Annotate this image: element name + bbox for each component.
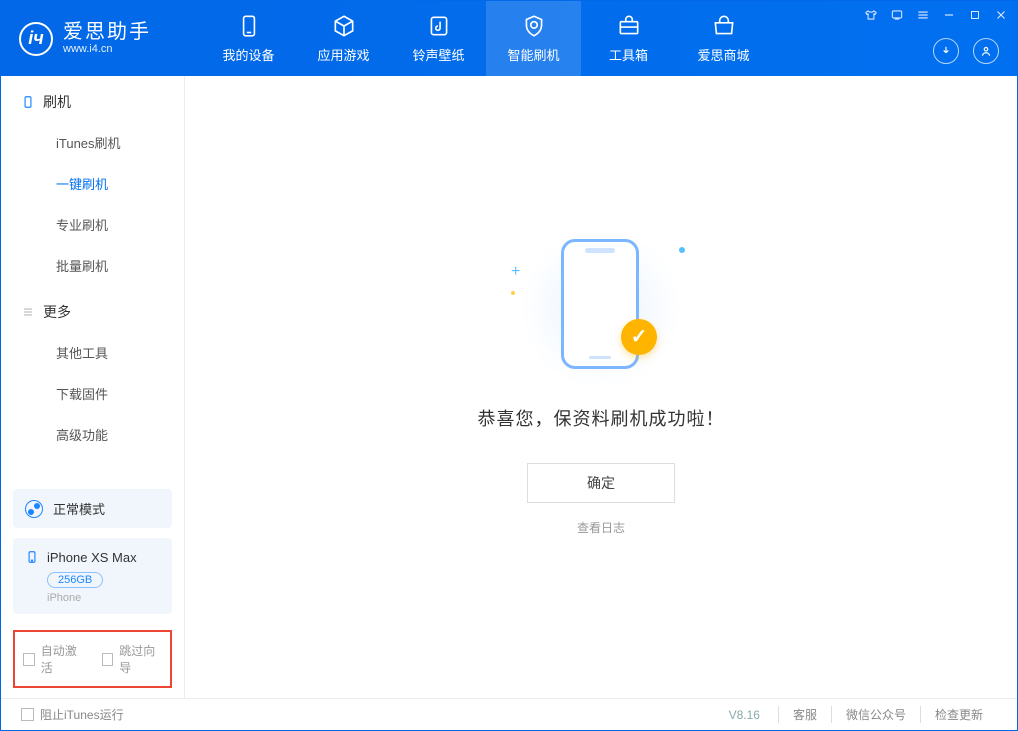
cube-icon xyxy=(331,13,357,39)
logo-area: iч 爱思助手 www.i4.cn xyxy=(1,21,201,55)
device-icon xyxy=(21,94,35,110)
checkbox-skip-guide[interactable]: 跳过向导 xyxy=(102,642,163,676)
checkbox-icon xyxy=(23,653,35,666)
check-badge-icon: ✓ xyxy=(621,319,657,355)
storage-badge: 256GB xyxy=(47,572,103,588)
bottom-options-highlight: 自动激活 跳过向导 xyxy=(13,630,172,688)
checkbox-block-itunes[interactable]: 阻止iTunes运行 xyxy=(21,706,124,723)
tshirt-icon[interactable] xyxy=(863,7,879,23)
confirm-button[interactable]: 确定 xyxy=(527,463,675,503)
sidebar-section-more: 更多 xyxy=(1,286,184,332)
top-tabs: 我的设备 应用游戏 铃声壁纸 智能刷机 工具箱 爱思商城 xyxy=(201,1,771,76)
minimize-button[interactable] xyxy=(941,7,957,23)
window-controls xyxy=(863,7,1009,23)
list-icon xyxy=(21,305,35,319)
shield-icon xyxy=(521,13,547,39)
sidebar-item-oneclick-flash[interactable]: 一键刷机 xyxy=(1,163,184,204)
sidebar-item-batch-flash[interactable]: 批量刷机 xyxy=(1,245,184,286)
view-log-link[interactable]: 查看日志 xyxy=(577,519,625,536)
tab-my-device[interactable]: 我的设备 xyxy=(201,1,296,76)
brand-name: 爱思助手 xyxy=(63,21,151,43)
menu-icon[interactable] xyxy=(915,7,931,23)
check-update-link[interactable]: 检查更新 xyxy=(920,706,997,723)
success-illustration: + ✓ xyxy=(541,239,661,379)
tab-apps-games[interactable]: 应用游戏 xyxy=(296,1,391,76)
sidebar-item-other-tools[interactable]: 其他工具 xyxy=(1,332,184,373)
app-window: iч 爱思助手 www.i4.cn 我的设备 应用游戏 铃声壁纸 智能刷机 xyxy=(0,0,1018,731)
titlebar: iч 爱思助手 www.i4.cn 我的设备 应用游戏 铃声壁纸 智能刷机 xyxy=(1,1,1017,76)
sidebar-item-download-firmware[interactable]: 下载固件 xyxy=(1,373,184,414)
checkbox-icon xyxy=(21,708,34,721)
mode-icon xyxy=(25,500,43,518)
device-name: iPhone XS Max xyxy=(47,550,137,565)
statusbar: 阻止iTunes运行 V8.16 客服 微信公众号 检查更新 xyxy=(1,698,1017,730)
mode-card[interactable]: 正常模式 xyxy=(13,489,172,528)
sidebar-item-pro-flash[interactable]: 专业刷机 xyxy=(1,204,184,245)
sidebar-item-advanced[interactable]: 高级功能 xyxy=(1,414,184,455)
mode-label: 正常模式 xyxy=(53,499,105,518)
wechat-link[interactable]: 微信公众号 xyxy=(831,706,920,723)
checkbox-icon xyxy=(102,653,114,666)
body: 刷机 iTunes刷机 一键刷机 专业刷机 批量刷机 更多 其他工具 下载固件 … xyxy=(1,76,1017,698)
version-label: V8.16 xyxy=(729,708,760,722)
support-link[interactable]: 客服 xyxy=(778,706,831,723)
feedback-icon[interactable] xyxy=(889,7,905,23)
tab-shop[interactable]: 爱思商城 xyxy=(676,1,771,76)
logo-icon: iч xyxy=(19,22,53,56)
tab-smart-flash[interactable]: 智能刷机 xyxy=(486,1,581,76)
sidebar: 刷机 iTunes刷机 一键刷机 专业刷机 批量刷机 更多 其他工具 下载固件 … xyxy=(1,76,185,698)
user-area xyxy=(933,38,999,64)
success-message: 恭喜您，保资料刷机成功啦！ xyxy=(478,405,725,431)
download-button[interactable] xyxy=(933,38,959,64)
phone-icon xyxy=(236,13,262,39)
tab-toolbox[interactable]: 工具箱 xyxy=(581,1,676,76)
device-card[interactable]: iPhone XS Max 256GB iPhone xyxy=(13,538,172,614)
shop-icon xyxy=(711,13,737,39)
close-button[interactable] xyxy=(993,7,1009,23)
maximize-button[interactable] xyxy=(967,7,983,23)
sidebar-section-flash: 刷机 xyxy=(1,76,184,122)
phone-small-icon xyxy=(25,548,39,566)
user-button[interactable] xyxy=(973,38,999,64)
main-content: + ✓ 恭喜您，保资料刷机成功啦！ 确定 查看日志 xyxy=(185,76,1017,698)
sidebar-item-itunes-flash[interactable]: iTunes刷机 xyxy=(1,122,184,163)
checkbox-auto-activate[interactable]: 自动激活 xyxy=(23,642,84,676)
toolbox-icon xyxy=(616,13,642,39)
music-icon xyxy=(426,13,452,39)
brand-url: www.i4.cn xyxy=(63,43,151,55)
tab-ringtones-wallpapers[interactable]: 铃声壁纸 xyxy=(391,1,486,76)
device-type: iPhone xyxy=(47,592,160,604)
